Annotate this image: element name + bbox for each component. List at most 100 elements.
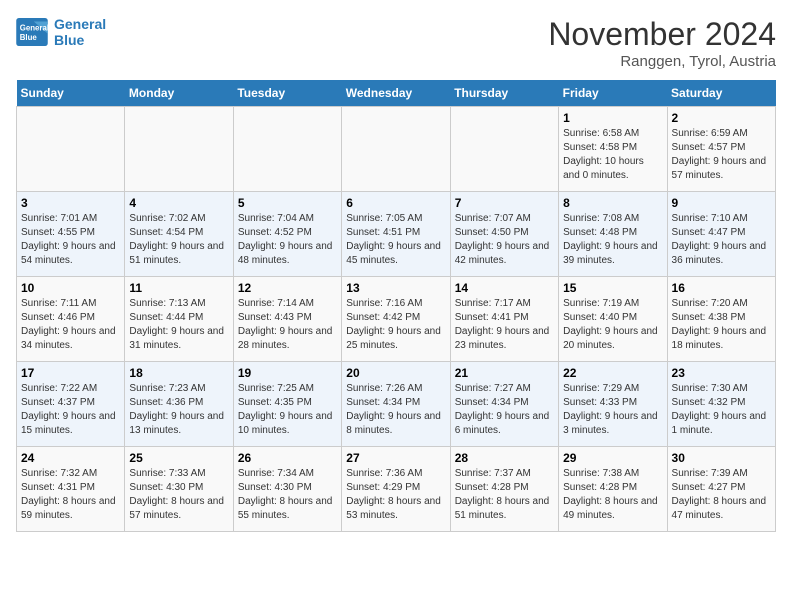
calendar-week-3: 17 Sunrise: 7:22 AMSunset: 4:37 PMDayligh…: [17, 362, 776, 447]
day-info: Sunrise: 7:38 AMSunset: 4:28 PMDaylight:…: [563, 467, 662, 523]
day-number: 28: [455, 451, 554, 465]
calendar-cell: 11 Sunrise: 7:13 AMSunset: 4:44 PMDayligh…: [125, 277, 233, 362]
calendar-body: 1Sunrise: 6:58 AMSunset: 4:58 PMDaylight…: [17, 107, 776, 532]
day-info: Sunrise: 7:04 AMSunset: 4:52 PMDaylight:…: [238, 212, 337, 268]
calendar-cell: 5 Sunrise: 7:04 AMSunset: 4:52 PMDaylight…: [233, 192, 341, 277]
day-number: 24: [21, 451, 120, 465]
day-info: Sunrise: 7:19 AMSunset: 4:40 PMDaylight:…: [563, 297, 662, 353]
day-info: Sunrise: 7:22 AMSunset: 4:37 PMDaylight:…: [21, 382, 120, 438]
weekday-header-wednesday: Wednesday: [342, 80, 450, 107]
day-number: 20: [346, 366, 445, 380]
day-info: Sunrise: 7:29 AMSunset: 4:33 PMDaylight:…: [563, 382, 662, 438]
day-info: Sunrise: 7:16 AMSunset: 4:42 PMDaylight:…: [346, 297, 445, 353]
calendar-cell: 27Sunrise: 7:36 AMSunset: 4:29 PMDayligh…: [342, 447, 450, 532]
calendar-week-4: 24 Sunrise: 7:32 AMSunset: 4:31 PMDayligh…: [17, 447, 776, 532]
calendar-cell: 1Sunrise: 6:58 AMSunset: 4:58 PMDaylight…: [559, 107, 667, 192]
calendar-cell: 25Sunrise: 7:33 AMSunset: 4:30 PMDayligh…: [125, 447, 233, 532]
month-title: November 2024: [548, 16, 776, 53]
day-info: Sunrise: 7:36 AMSunset: 4:29 PMDaylight:…: [346, 467, 445, 523]
logo: General Blue General Blue: [16, 16, 106, 48]
day-number: 19: [238, 366, 337, 380]
day-number: 6: [346, 196, 445, 210]
day-info: Sunrise: 7:25 AMSunset: 4:35 PMDaylight:…: [238, 382, 337, 438]
calendar-cell: 6 Sunrise: 7:05 AMSunset: 4:51 PMDaylight…: [342, 192, 450, 277]
calendar-cell: 15 Sunrise: 7:19 AMSunset: 4:40 PMDayligh…: [559, 277, 667, 362]
day-number: 11: [129, 281, 228, 295]
weekday-header-tuesday: Tuesday: [233, 80, 341, 107]
calendar-cell: 20 Sunrise: 7:26 AMSunset: 4:34 PMDayligh…: [342, 362, 450, 447]
logo-icon: General Blue: [16, 18, 48, 46]
day-info: Sunrise: 7:34 AMSunset: 4:30 PMDaylight:…: [238, 467, 337, 523]
weekday-header-row: SundayMondayTuesdayWednesdayThursdayFrid…: [17, 80, 776, 107]
calendar-cell: 16 Sunrise: 7:20 AMSunset: 4:38 PMDayligh…: [667, 277, 775, 362]
calendar-cell: 4 Sunrise: 7:02 AMSunset: 4:54 PMDaylight…: [125, 192, 233, 277]
calendar-cell: 29 Sunrise: 7:38 AMSunset: 4:28 PMDayligh…: [559, 447, 667, 532]
calendar-cell: 13 Sunrise: 7:16 AMSunset: 4:42 PMDayligh…: [342, 277, 450, 362]
logo-line2: Blue: [54, 32, 106, 48]
calendar-week-0: 1Sunrise: 6:58 AMSunset: 4:58 PMDaylight…: [17, 107, 776, 192]
day-info: Sunrise: 7:23 AMSunset: 4:36 PMDaylight:…: [129, 382, 228, 438]
day-number: 5: [238, 196, 337, 210]
day-info: Sunrise: 7:32 AMSunset: 4:31 PMDaylight:…: [21, 467, 120, 523]
day-info: Sunrise: 7:26 AMSunset: 4:34 PMDaylight:…: [346, 382, 445, 438]
day-info: Sunrise: 7:37 AMSunset: 4:28 PMDaylight:…: [455, 467, 554, 523]
day-number: 21: [455, 366, 554, 380]
weekday-header-saturday: Saturday: [667, 80, 775, 107]
weekday-header-sunday: Sunday: [17, 80, 125, 107]
day-number: 7: [455, 196, 554, 210]
calendar-cell: 21 Sunrise: 7:27 AMSunset: 4:34 PMDayligh…: [450, 362, 558, 447]
day-info: Sunrise: 7:39 AMSunset: 4:27 PMDaylight:…: [672, 467, 771, 523]
calendar-cell: 7 Sunrise: 7:07 AMSunset: 4:50 PMDaylight…: [450, 192, 558, 277]
calendar-cell: [450, 107, 558, 192]
day-number: 25: [129, 451, 228, 465]
day-info: Sunrise: 6:58 AMSunset: 4:58 PMDaylight:…: [563, 127, 662, 183]
day-number: 10: [21, 281, 120, 295]
day-info: Sunrise: 7:17 AMSunset: 4:41 PMDaylight:…: [455, 297, 554, 353]
day-info: Sunrise: 7:02 AMSunset: 4:54 PMDaylight:…: [129, 212, 228, 268]
calendar-cell: [233, 107, 341, 192]
day-number: 29: [563, 451, 662, 465]
calendar-cell: [125, 107, 233, 192]
title-block: November 2024 Ranggen, Tyrol, Austria: [548, 16, 776, 70]
page-header: General Blue General Blue November 2024 …: [16, 16, 776, 70]
calendar-cell: 10 Sunrise: 7:11 AMSunset: 4:46 PMDayligh…: [17, 277, 125, 362]
day-number: 22: [563, 366, 662, 380]
day-number: 13: [346, 281, 445, 295]
calendar-cell: 17 Sunrise: 7:22 AMSunset: 4:37 PMDayligh…: [17, 362, 125, 447]
day-number: 16: [672, 281, 771, 295]
day-info: Sunrise: 7:07 AMSunset: 4:50 PMDaylight:…: [455, 212, 554, 268]
logo-line1: General: [54, 16, 106, 32]
calendar-cell: [17, 107, 125, 192]
day-info: Sunrise: 7:30 AMSunset: 4:32 PMDaylight:…: [672, 382, 771, 438]
day-info: Sunrise: 7:20 AMSunset: 4:38 PMDaylight:…: [672, 297, 771, 353]
day-number: 9: [672, 196, 771, 210]
calendar-cell: 22 Sunrise: 7:29 AMSunset: 4:33 PMDayligh…: [559, 362, 667, 447]
calendar-week-2: 10 Sunrise: 7:11 AMSunset: 4:46 PMDayligh…: [17, 277, 776, 362]
calendar-cell: 9Sunrise: 7:10 AMSunset: 4:47 PMDaylight…: [667, 192, 775, 277]
day-info: Sunrise: 7:11 AMSunset: 4:46 PMDaylight:…: [21, 297, 120, 353]
day-number: 17: [21, 366, 120, 380]
svg-text:General: General: [20, 23, 48, 32]
day-number: 3: [21, 196, 120, 210]
calendar-cell: 23 Sunrise: 7:30 AMSunset: 4:32 PMDayligh…: [667, 362, 775, 447]
day-number: 18: [129, 366, 228, 380]
day-info: Sunrise: 7:05 AMSunset: 4:51 PMDaylight:…: [346, 212, 445, 268]
location: Ranggen, Tyrol, Austria: [548, 53, 776, 70]
day-info: Sunrise: 6:59 AMSunset: 4:57 PMDaylight:…: [672, 127, 771, 183]
calendar-week-1: 3Sunrise: 7:01 AMSunset: 4:55 PMDaylight…: [17, 192, 776, 277]
day-number: 23: [672, 366, 771, 380]
calendar-table: SundayMondayTuesdayWednesdayThursdayFrid…: [16, 80, 776, 532]
calendar-cell: [342, 107, 450, 192]
weekday-header-friday: Friday: [559, 80, 667, 107]
calendar-cell: 19 Sunrise: 7:25 AMSunset: 4:35 PMDayligh…: [233, 362, 341, 447]
day-number: 4: [129, 196, 228, 210]
day-number: 15: [563, 281, 662, 295]
calendar-cell: 8Sunrise: 7:08 AMSunset: 4:48 PMDaylight…: [559, 192, 667, 277]
calendar-cell: 3Sunrise: 7:01 AMSunset: 4:55 PMDaylight…: [17, 192, 125, 277]
weekday-header-thursday: Thursday: [450, 80, 558, 107]
day-info: Sunrise: 7:27 AMSunset: 4:34 PMDaylight:…: [455, 382, 554, 438]
svg-text:Blue: Blue: [20, 33, 38, 42]
day-info: Sunrise: 7:13 AMSunset: 4:44 PMDaylight:…: [129, 297, 228, 353]
calendar-cell: 18 Sunrise: 7:23 AMSunset: 4:36 PMDayligh…: [125, 362, 233, 447]
day-info: Sunrise: 7:14 AMSunset: 4:43 PMDaylight:…: [238, 297, 337, 353]
